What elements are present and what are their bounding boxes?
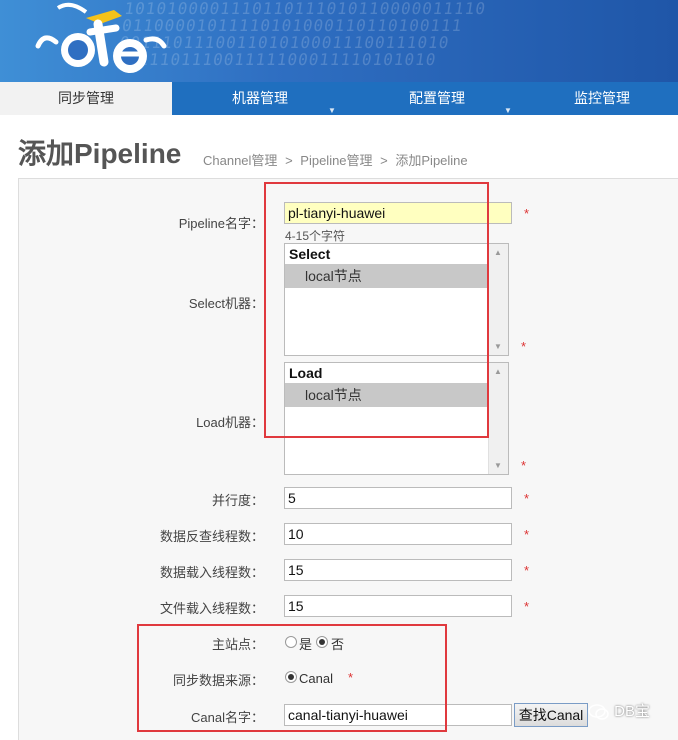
page-title: 添加Pipeline	[18, 138, 182, 169]
canal-name-input[interactable]	[284, 704, 512, 726]
binary-background: 1010100001110110111010110000011110 01100…	[116, 0, 488, 69]
main-site-yes-radio[interactable]	[285, 636, 297, 648]
parallelism-input[interactable]	[284, 487, 512, 509]
nav-tab-label: 配置管理	[409, 90, 465, 106]
sync-source-canal-label: Canal	[299, 671, 333, 686]
find-canal-button[interactable]: 查找Canal	[514, 703, 588, 727]
main-nav: 同步管理 机器管理 ▼ 配置管理 ▼ 监控管理	[0, 82, 678, 115]
listbox-option[interactable]: local节点	[285, 264, 487, 288]
wechat-icon	[588, 704, 609, 720]
header-banner: 1010100001110110111010110000011110 01100…	[0, 0, 678, 82]
required-mark: *	[521, 458, 527, 473]
otter-logo-icon[interactable]	[30, 2, 170, 80]
chevron-down-icon[interactable]: ▼	[328, 94, 336, 127]
scrollbar[interactable]: ▲ ▼	[488, 363, 508, 474]
load-threads-label: 数据载入线程数：	[159, 565, 264, 580]
chevron-down-icon[interactable]: ▼	[504, 94, 512, 127]
load-machine-label: Load机器：	[196, 415, 264, 430]
required-mark: *	[348, 670, 354, 685]
nav-tab-config[interactable]: 配置管理 ▼	[348, 82, 526, 115]
pipeline-name-hint: 4-15个字符	[285, 229, 346, 243]
breadcrumb-current: 添加Pipeline	[395, 153, 468, 168]
main-site-yes-label: 是	[299, 637, 313, 652]
breadcrumb-separator: >	[380, 153, 388, 168]
sync-source-label: 同步数据来源：	[172, 673, 264, 688]
extract-threads-label: 数据反查线程数：	[159, 529, 264, 544]
file-threads-label: 文件载入线程数：	[159, 601, 264, 616]
nav-tab-monitor[interactable]: 监控管理	[526, 82, 678, 115]
canal-name-label: Canal名字：	[191, 710, 264, 725]
listbox-group-label: Load	[289, 365, 323, 381]
nav-tab-label: 监控管理	[574, 90, 630, 106]
required-mark: *	[524, 563, 530, 578]
listbox-group-label: Select	[289, 246, 331, 262]
load-machine-listbox[interactable]: Load local节点 ▲ ▼	[284, 362, 509, 475]
sync-source-canal-radio[interactable]	[285, 671, 297, 683]
scrollbar[interactable]: ▲ ▼	[488, 244, 508, 355]
required-mark: *	[524, 527, 530, 542]
select-machine-label: Select机器：	[188, 296, 264, 311]
required-mark: *	[524, 491, 530, 506]
main-site-no-label: 否	[331, 637, 345, 652]
watermark-text: DB宝	[614, 703, 651, 720]
watermark: DB宝	[588, 700, 650, 721]
pipeline-name-input[interactable]	[284, 202, 512, 224]
nav-tab-sync[interactable]: 同步管理	[0, 82, 172, 115]
required-mark: *	[521, 339, 527, 354]
main-site-label: 主站点：	[211, 637, 264, 652]
scroll-up-icon[interactable]: ▲	[494, 367, 502, 376]
breadcrumb-separator: >	[285, 153, 293, 168]
scroll-up-icon[interactable]: ▲	[494, 248, 502, 257]
load-threads-input[interactable]	[284, 559, 512, 581]
main-site-no-radio[interactable]	[316, 636, 328, 648]
breadcrumb-link-channel[interactable]: Channel管理	[203, 153, 277, 168]
pipeline-name-label: Pipeline名字：	[178, 216, 264, 231]
required-mark: *	[524, 599, 530, 614]
scroll-down-icon[interactable]: ▼	[494, 342, 502, 351]
extract-threads-input[interactable]	[284, 523, 512, 545]
scroll-down-icon[interactable]: ▼	[494, 461, 502, 470]
listbox-option[interactable]: local节点	[285, 383, 487, 407]
nav-tab-label: 同步管理	[58, 90, 114, 106]
required-mark: *	[524, 206, 530, 221]
file-threads-input[interactable]	[284, 595, 512, 617]
parallelism-label: 并行度：	[211, 493, 264, 508]
nav-tab-machine[interactable]: 机器管理 ▼	[172, 82, 348, 115]
select-machine-listbox[interactable]: Select local节点 ▲ ▼	[284, 243, 509, 356]
nav-tab-label: 机器管理	[232, 90, 288, 106]
breadcrumb-link-pipeline[interactable]: Pipeline管理	[300, 153, 372, 168]
breadcrumb: Channel管理 > Pipeline管理 > 添加Pipeline	[203, 150, 472, 169]
